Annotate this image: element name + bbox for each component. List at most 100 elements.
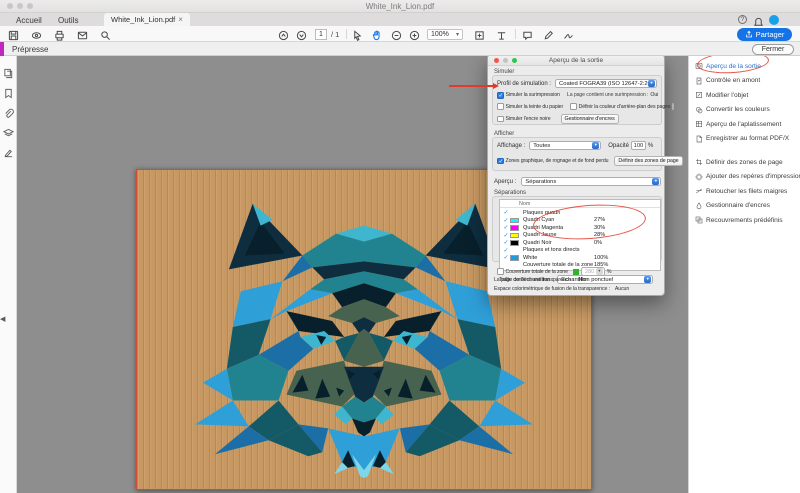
tool-item-preflight[interactable]: Contrôle en amont	[695, 75, 773, 87]
next-page-icon[interactable]	[296, 28, 307, 39]
tool-item-label: Enregistrer au format PDF/X	[706, 135, 789, 142]
zoom-in-icon[interactable]	[409, 28, 420, 39]
tool-item-printer-marks[interactable]: Ajouter des repères d'impression	[695, 171, 773, 183]
dialog-titlebar[interactable]: Aperçu de la sortie	[488, 55, 664, 66]
separation-row[interactable]: ✓ Quadri Noir0%	[500, 239, 660, 247]
separation-row-white[interactable]: ✓White100%	[500, 254, 660, 262]
tab-home[interactable]: Accueil	[16, 16, 42, 25]
close-tool-button[interactable]: Fermer	[752, 44, 794, 55]
search-icon[interactable]	[100, 28, 111, 39]
hand-tool-icon[interactable]	[371, 28, 382, 39]
display-dropdown[interactable]: Toutes	[529, 141, 601, 150]
zoom-level-dropdown[interactable]: 100%	[427, 29, 463, 40]
zoom-out-icon[interactable]	[391, 28, 402, 39]
tool-item-convert-colors[interactable]: Convertir les couleurs	[695, 104, 773, 116]
background-color-checkbox[interactable]	[570, 103, 577, 110]
email-icon[interactable]	[77, 28, 88, 39]
tab-document-label: White_Ink_Lion.pdf	[111, 15, 175, 24]
blend-space-label: Espace colorimétrique de fusion de la tr…	[494, 286, 610, 292]
fit-page-icon[interactable]	[474, 28, 485, 39]
row-check-icon[interactable]: ✓	[502, 247, 510, 254]
total-area-coverage-label: Couverture totale de la zone	[506, 269, 568, 275]
attachments-icon[interactable]	[3, 106, 14, 117]
comment-icon[interactable]	[522, 28, 533, 39]
previous-page-icon[interactable]	[278, 28, 289, 39]
preview-mode-dropdown[interactable]: Séparations	[521, 177, 661, 186]
fit-width-icon[interactable]	[496, 28, 507, 39]
edit-object-icon	[695, 91, 703, 99]
simulation-profile-value: Coated FOGRA39 (ISO 12647-2:2004)	[559, 81, 648, 87]
help-icon[interactable]: ?	[738, 15, 747, 24]
tool-item-label: Retoucher les filets maigres	[706, 188, 787, 195]
tab-close-icon[interactable]: ×	[178, 16, 183, 24]
page-number-input[interactable]: 1	[315, 29, 327, 40]
tab-bar: Accueil Outils White_Ink_Lion.pdf × ?	[0, 13, 800, 26]
tool-item-ink-manager[interactable]: Gestionnaire d'encres	[695, 200, 773, 212]
notifications-bell-icon[interactable]	[753, 15, 764, 26]
save-icon[interactable]	[8, 28, 19, 39]
total-area-coverage-checkbox[interactable]	[497, 268, 504, 275]
row-check-icon[interactable]: ✓	[502, 232, 510, 239]
preview-mode-label: Aperçu :	[494, 179, 516, 185]
tool-item-save-pdfx[interactable]: Enregistrer au format PDF/X	[695, 133, 773, 145]
mode-bar: Prépresse Fermer	[0, 42, 800, 56]
simulate-black-ink-checkbox[interactable]	[497, 116, 504, 123]
tool-item-flattener-preview[interactable]: Aperçu de l'aplatissement	[695, 118, 773, 130]
signatures-icon[interactable]	[3, 146, 14, 157]
set-page-boxes-button[interactable]: Définir des zones de page	[614, 156, 682, 166]
simulate-paper-label: Simuler la teinte du papier	[506, 104, 564, 110]
layers-icon[interactable]	[3, 126, 14, 137]
tab-document[interactable]: White_Ink_Lion.pdf ×	[104, 13, 190, 26]
dialog-title: Aperçu de la sortie	[488, 57, 664, 64]
plate-name: Quadri Noir	[523, 240, 594, 246]
collapse-panel-arrow-icon[interactable]: ◀	[0, 312, 7, 328]
ink-manager-button[interactable]: Gestionnaire d'encres	[561, 114, 619, 124]
sign-icon[interactable]	[563, 28, 574, 39]
prepress-accent-bar	[0, 42, 4, 56]
share-button[interactable]: Partager	[737, 28, 792, 41]
tool-item-trap-presets[interactable]: Recouvrements prédéfinis	[695, 214, 773, 226]
opacity-input[interactable]: 100	[631, 141, 646, 150]
row-check-icon[interactable]: ✓	[502, 209, 510, 216]
plate-coverage: 0%	[594, 240, 660, 246]
tool-item-edit-object[interactable]: Modifier l'objet	[695, 89, 773, 101]
simulate-black-ink-label: Simuler l'encre noire	[506, 116, 551, 122]
blend-space-value: Aucun	[615, 286, 629, 292]
tool-item-set-page-boxes[interactable]: Définir des zones de page	[695, 156, 773, 168]
coverage-threshold-dropdown: 280	[581, 267, 605, 276]
separation-row[interactable]: ✓Plaques et tons directs	[500, 247, 660, 255]
view-eye-icon[interactable]	[31, 28, 42, 39]
plate-swatch	[510, 248, 519, 254]
simulate-paper-checkbox[interactable]	[497, 103, 504, 110]
account-avatar[interactable]	[769, 15, 779, 25]
select-tool-icon[interactable]	[352, 28, 363, 39]
row-check-icon[interactable]: ✓	[502, 254, 510, 261]
tool-item-label: Convertir les couleurs	[706, 106, 770, 113]
print-icon[interactable]	[54, 28, 65, 39]
bookmarks-icon[interactable]	[3, 86, 14, 97]
profile-label: Profil de simulation :	[497, 81, 551, 87]
left-navigation-rail: ◀	[0, 56, 17, 493]
printer-marks-icon	[695, 173, 703, 181]
plate-name: White	[523, 255, 594, 261]
simulate-overprint-checkbox[interactable]	[497, 92, 504, 99]
page-thumbnails-icon[interactable]	[3, 66, 14, 77]
row-check-icon[interactable]: ✓	[502, 239, 510, 246]
simulation-profile-dropdown[interactable]: Coated FOGRA39 (ISO 12647-2:2004)	[555, 79, 657, 88]
ink-manager-icon	[695, 202, 703, 210]
display-value: Toutes	[533, 143, 550, 149]
display-label: Affichage :	[497, 143, 525, 149]
preflight-icon	[695, 77, 703, 85]
opacity-label: Opacité	[608, 143, 629, 149]
share-icon	[745, 30, 753, 38]
tab-tools[interactable]: Outils	[58, 16, 78, 25]
row-check-icon[interactable]: ✓	[502, 224, 510, 231]
tool-item-fix-hairlines[interactable]: Retoucher les filets maigres	[695, 185, 773, 197]
plate-swatch	[510, 210, 519, 216]
page-boxes-checkbox[interactable]	[497, 158, 504, 165]
annotation-arrow	[449, 85, 493, 87]
window-title: White_Ink_Lion.pdf	[0, 2, 800, 11]
pencil-edit-icon[interactable]	[543, 28, 554, 39]
set-page-boxes-icon	[695, 158, 703, 166]
row-check-icon[interactable]: ✓	[502, 217, 510, 224]
